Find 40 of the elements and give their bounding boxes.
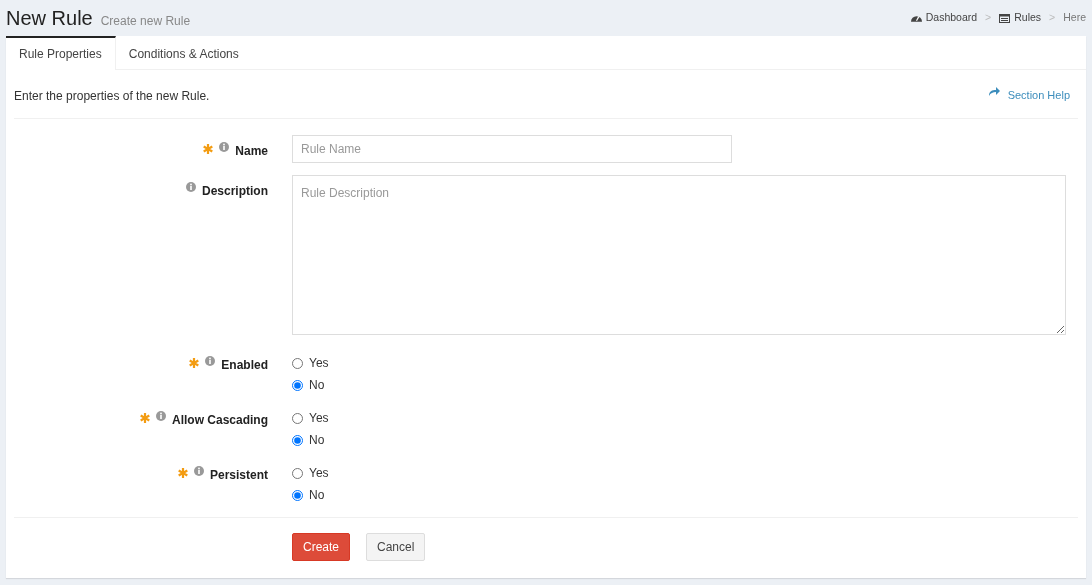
field-label: Name [235, 143, 268, 160]
radio-button[interactable] [292, 489, 303, 501]
radio-button[interactable] [292, 412, 303, 424]
intro-text: Enter the properties of the new Rule. [14, 88, 210, 105]
list-icon [999, 13, 1011, 23]
breadcrumb-current: Here [1063, 10, 1086, 26]
text-area[interactable]: Rule Description [292, 175, 1066, 335]
field-label: Allow Cascading [171, 412, 268, 429]
breadcrumb-separator: > [985, 10, 992, 26]
option-label: Yes [309, 410, 329, 427]
section-help-link[interactable]: Section Help [988, 87, 1070, 118]
tab[interactable]: Rule Properties [6, 36, 116, 70]
radio-button[interactable] [292, 467, 303, 479]
radio-button[interactable] [292, 379, 303, 391]
share-icon [988, 87, 1000, 96]
option-label: Yes [309, 355, 329, 372]
page-subtitle: Create new Rule [100, 13, 191, 30]
breadcrumb-link[interactable]: Dashboard [910, 10, 978, 26]
option-label: No [309, 377, 325, 394]
cancel-button[interactable]: Cancel [366, 533, 426, 561]
option-label: Yes [309, 465, 329, 482]
create-button[interactable]: Create [292, 533, 351, 561]
field-label: Description [202, 183, 268, 200]
input-field[interactable]: Rule Name [292, 135, 732, 163]
info-icon[interactable] [219, 142, 230, 152]
radio-button[interactable] [292, 357, 303, 369]
page-title: New Rule [6, 6, 93, 31]
breadcrumb-link[interactable]: Rules [999, 10, 1042, 26]
info-icon[interactable] [155, 411, 166, 421]
field-label: Enabled [221, 357, 268, 374]
breadcrumb-separator: > [1049, 10, 1056, 26]
tab[interactable]: Conditions & Actions [115, 36, 252, 70]
info-icon[interactable] [205, 356, 216, 366]
info-icon[interactable] [193, 466, 204, 476]
option-label: No [309, 487, 325, 504]
field-label: Persistent [209, 467, 268, 484]
info-icon[interactable] [186, 182, 196, 192]
option-label: No [309, 432, 325, 449]
gauge-icon [910, 13, 922, 23]
radio-button[interactable] [292, 434, 303, 446]
